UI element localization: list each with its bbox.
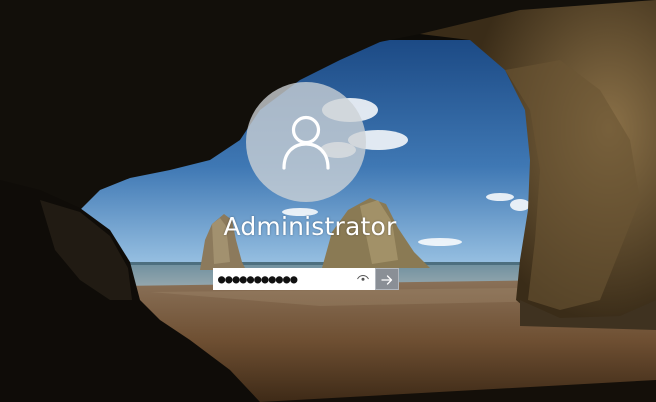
submit-button[interactable] — [375, 268, 399, 290]
eye-icon[interactable] — [356, 272, 370, 286]
user-avatar — [246, 82, 366, 202]
arrow-right-icon — [381, 270, 393, 289]
account-username: Administrator — [223, 212, 397, 241]
sign-in-panel: Administrator — [0, 0, 656, 402]
user-silhouette-icon — [274, 110, 338, 174]
password-field-container — [213, 268, 375, 290]
password-box — [213, 268, 399, 290]
password-input[interactable] — [218, 270, 356, 288]
